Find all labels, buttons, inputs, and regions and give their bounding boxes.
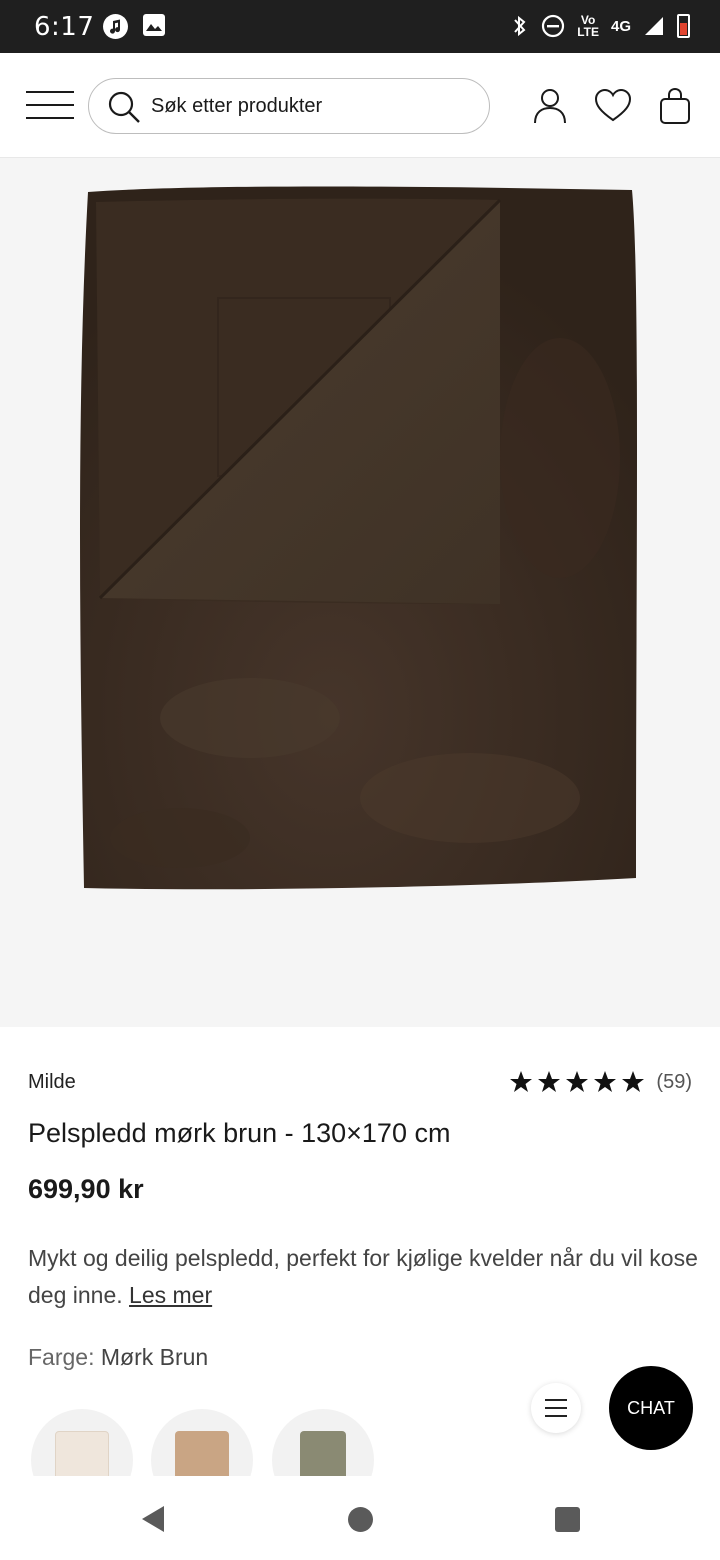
- signal-icon: [645, 17, 663, 35]
- product-brand[interactable]: Milde: [28, 1071, 76, 1094]
- chat-button[interactable]: CHAT: [609, 1366, 693, 1450]
- search-input[interactable]: [151, 87, 471, 125]
- color-selection: Farge: Mørk Brun: [28, 1344, 208, 1371]
- bag-icon[interactable]: [658, 87, 692, 125]
- read-more-link[interactable]: Les mer: [129, 1282, 212, 1308]
- star-icon: [594, 1071, 617, 1092]
- status-icons: Vo LTE 4G: [511, 10, 690, 42]
- star-icon: [510, 1071, 533, 1092]
- volte-icon: Vo LTE: [577, 14, 599, 38]
- star-icon: [566, 1071, 589, 1092]
- dnd-icon: [542, 14, 565, 38]
- music-icon: [103, 14, 128, 39]
- bluetooth-icon: [514, 15, 526, 37]
- site-header: [0, 53, 720, 158]
- image-icon: [143, 14, 165, 36]
- rating-count: (59): [656, 1070, 692, 1093]
- product-image[interactable]: [0, 158, 720, 1027]
- menu-icon[interactable]: [26, 89, 74, 121]
- heart-icon[interactable]: [594, 87, 632, 125]
- floating-menu-button[interactable]: [531, 1383, 581, 1433]
- star-icon: [622, 1071, 645, 1092]
- color-label: Farge:: [28, 1344, 95, 1370]
- product-description: Mykt og deilig pelspledd, perfekt for kj…: [28, 1240, 700, 1314]
- product-price: 699,90 kr: [28, 1174, 144, 1204]
- color-value: Mørk Brun: [100, 1344, 209, 1370]
- network-type: 4G: [610, 17, 631, 35]
- lte-label: LTE: [577, 25, 599, 39]
- back-icon[interactable]: [138, 1504, 168, 1534]
- status-time: 6:17: [34, 12, 95, 42]
- star-icon: [538, 1071, 561, 1092]
- search-bar[interactable]: [88, 78, 490, 134]
- rating-stars: [508, 1070, 646, 1094]
- search-icon: [108, 91, 140, 123]
- fur-throw-image: [80, 186, 637, 890]
- home-icon[interactable]: [348, 1507, 373, 1532]
- status-bar: 6:17 Vo LTE 4G: [0, 0, 720, 53]
- battery-icon: [677, 14, 690, 38]
- recents-icon[interactable]: [555, 1507, 580, 1532]
- product-title: Pelspledd mørk brun - 130×170 cm: [28, 1118, 451, 1148]
- product-rating[interactable]: (59): [508, 1070, 692, 1094]
- account-icon[interactable]: [532, 87, 568, 125]
- system-nav-bar: [0, 1476, 720, 1560]
